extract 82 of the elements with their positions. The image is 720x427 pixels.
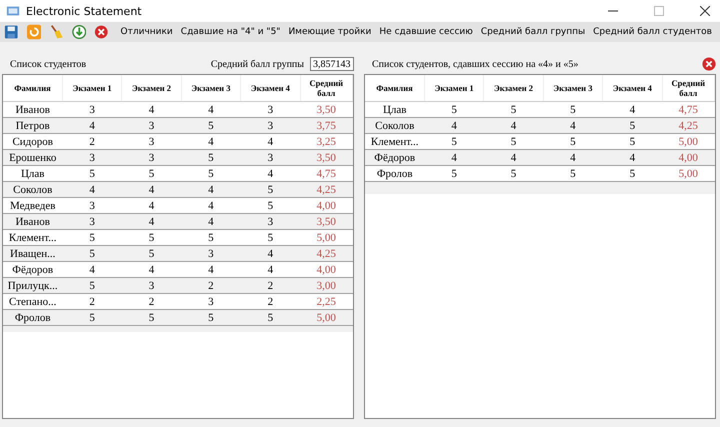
table-cell: 4: [181, 182, 241, 198]
table-cell: Петров: [3, 118, 62, 134]
column-header[interactable]: Экзамен 3: [181, 75, 241, 102]
column-header[interactable]: Средний балл: [662, 75, 714, 102]
menu-item[interactable]: Имеющие тройки: [284, 27, 376, 37]
table-cell: Соколов: [3, 182, 62, 198]
column-header[interactable]: Фамилия: [365, 75, 424, 102]
average-label: Средний балл группы: [210, 58, 304, 70]
table-cell: 5: [62, 310, 122, 326]
table-cell: 5: [240, 310, 300, 326]
table-cell: 4: [62, 182, 122, 198]
table-cell: 2: [240, 278, 300, 294]
table-cell: 4,25: [300, 246, 352, 262]
column-header[interactable]: Экзамен 4: [240, 75, 300, 102]
table-cell: 3: [122, 150, 182, 166]
table-cell: 5: [122, 246, 182, 262]
table-cell: 4: [424, 118, 484, 134]
table-cell: 4: [602, 150, 662, 166]
table-cell: Фролов: [3, 310, 62, 326]
close-icon[interactable]: [700, 6, 710, 16]
table-cell: 5: [602, 118, 662, 134]
menu-item[interactable]: Отличники: [116, 27, 177, 37]
column-header[interactable]: Фамилия: [3, 75, 62, 102]
menu-item[interactable]: Сдавшие на "4" и "5": [176, 27, 284, 37]
table-cell: 4: [62, 118, 122, 134]
table-cell: 4: [424, 150, 484, 166]
table-cell: 3: [240, 150, 300, 166]
table-cell: 4: [484, 118, 544, 134]
menu-item[interactable]: Средний балл студентов: [589, 27, 716, 37]
table-cell: 5: [240, 182, 300, 198]
table-cell: Соколов: [365, 118, 424, 134]
table-cell: 5: [62, 278, 122, 294]
download-icon[interactable]: [72, 24, 86, 40]
table-cell: 3,50: [300, 214, 352, 230]
table-cell: 3,00: [300, 278, 352, 294]
table-cell: 5: [122, 310, 182, 326]
table-cell: 4,00: [662, 150, 714, 166]
table-cell: 5: [181, 118, 241, 134]
menu-item[interactable]: Средний балл группы: [476, 27, 590, 37]
panel-title: Список студентов: [10, 58, 86, 70]
menu-item[interactable]: Не сдавшие сессию: [375, 27, 477, 37]
table-cell: Ерошенко: [3, 150, 62, 166]
column-header[interactable]: Экзамен 3: [543, 75, 603, 102]
table-cell: 4: [543, 150, 603, 166]
window-title: Electronic Statement: [26, 4, 142, 18]
table-cell: 5: [181, 310, 241, 326]
table-cell: 4: [122, 214, 182, 230]
table-cell: 3: [240, 214, 300, 230]
table-cell: 3: [122, 278, 182, 294]
table-cell: 3,75: [300, 118, 352, 134]
cancel-icon[interactable]: [94, 24, 108, 40]
table-cell: 5: [62, 246, 122, 262]
table-cell: Иващен...: [3, 246, 62, 262]
table-cell: 4: [181, 214, 241, 230]
column-header[interactable]: Экзамен 1: [424, 75, 484, 102]
column-header[interactable]: Экзамен 4: [602, 75, 662, 102]
table-cell: 4: [122, 182, 182, 198]
table-cell: 4: [543, 118, 603, 134]
table-cell: 2: [181, 278, 241, 294]
table-cell: Фёдоров: [365, 150, 424, 166]
table-cell: 4: [484, 150, 544, 166]
column-header[interactable]: Экзамен 1: [62, 75, 122, 102]
table-cell: 3: [181, 246, 241, 262]
column-header[interactable]: Средний балл: [300, 75, 352, 102]
panel-title: Список студентов, сдавших сессию на «4» и «5»: [372, 58, 578, 70]
table-cell: Иванов: [3, 214, 62, 230]
table-cell: 3: [62, 214, 122, 230]
table-cell: 5: [181, 150, 241, 166]
broom-icon[interactable]: [49, 24, 64, 40]
table-cell: 3,50: [300, 150, 352, 166]
table-cell: 5,00: [300, 310, 352, 326]
table-cell: 3: [240, 118, 300, 134]
table-cell: 4,25: [662, 118, 714, 134]
table-cell: Прилуцк...: [3, 278, 62, 294]
table-cell: 3: [62, 150, 122, 166]
column-header[interactable]: Экзамен 2: [122, 75, 182, 102]
app-icon: [6, 4, 20, 18]
average-field[interactable]: 3,857143: [310, 57, 354, 71]
table-cell: 4: [240, 246, 300, 262]
table-cell: 4,25: [300, 182, 352, 198]
table-cell: 3: [122, 118, 182, 134]
column-header[interactable]: Экзамен 2: [484, 75, 544, 102]
